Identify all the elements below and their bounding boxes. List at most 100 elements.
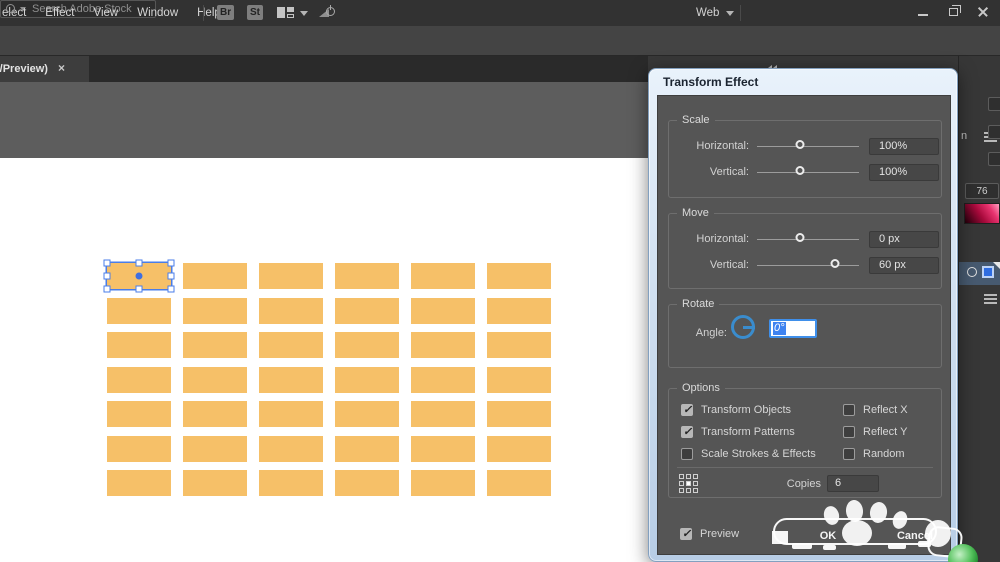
artwork-rectangle[interactable] [411,297,475,324]
value-field[interactable]: 100% [869,163,939,181]
slider-thumb[interactable] [795,232,805,242]
value-field[interactable]: 0 px [869,230,939,248]
artwork-rectangle[interactable] [335,401,399,427]
artwork-rectangle[interactable] [487,297,551,324]
artwork-rectangle[interactable] [259,332,323,358]
reflect-y-checkbox[interactable] [843,426,855,438]
artwork-rectangle[interactable] [183,435,247,462]
tab-close-icon[interactable]: × [58,62,65,74]
artwork-rectangle[interactable] [487,263,551,289]
brushes-panel-button[interactable]: Br [217,5,235,20]
artwork-rectangle[interactable] [335,366,399,393]
artwork-rectangle[interactable] [259,401,323,427]
selection-handle[interactable] [167,272,175,280]
illustrator-window: elect Effect View Window Help Br St Web Sear… [0,0,1000,562]
gradient-swatch[interactable] [964,203,1000,224]
artwork-rectangle[interactable] [487,470,551,496]
restore-button[interactable] [940,2,966,22]
angle-dial[interactable] [731,315,755,339]
selection-handle[interactable] [167,285,175,293]
artwork-rectangle[interactable] [183,401,247,427]
artwork-rectangle[interactable] [107,470,171,496]
document-tab[interactable]: (/Preview) × [0,56,89,82]
artwork-rectangle[interactable] [487,435,551,462]
artwork-rectangle[interactable] [411,470,475,496]
arrange-documents-icon[interactable] [277,7,294,18]
menu-item-effect[interactable]: Effect [45,7,74,19]
selection-handle[interactable] [103,272,111,280]
artwork-rectangle[interactable] [259,470,323,496]
slider-thumb[interactable] [830,258,840,268]
hidden-field-stub [988,152,1000,166]
selection-handle[interactable] [135,259,143,267]
artwork-rectangle[interactable] [107,435,171,462]
selection-handle[interactable] [135,285,143,293]
hidden-value-field[interactable]: 76 [965,183,999,199]
reference-point-locator[interactable] [679,474,698,493]
artwork-rectangle[interactable] [335,332,399,358]
selection-handle[interactable] [103,285,111,293]
scale-strokes-effects-checkbox[interactable] [681,448,693,460]
menubar-divider [740,5,741,21]
slider-thumb[interactable] [795,165,805,175]
artwork-rectangle[interactable] [107,366,171,393]
artwork-rectangle[interactable] [183,297,247,324]
artwork-rectangle[interactable] [411,263,475,289]
appearance-row[interactable] [959,262,1000,285]
transform-patterns-checkbox[interactable] [681,426,693,438]
selected-rectangle[interactable] [103,259,175,293]
slider-track[interactable] [757,165,859,175]
chevron-down-icon[interactable] [300,11,308,16]
artwork-rectangle[interactable] [183,470,247,496]
artwork-rectangle[interactable] [487,401,551,427]
panel-menu-icon[interactable] [984,294,997,296]
artwork-rectangle[interactable] [107,332,171,358]
artwork-rectangle[interactable] [335,470,399,496]
artwork-rectangle[interactable] [411,435,475,462]
document-profile-dropdown[interactable]: Web [696,7,719,19]
preview-checkbox[interactable] [680,528,692,540]
options-group: Options Transform Objects Transform Patte… [668,382,942,498]
watermark-dash [888,543,906,549]
value-field[interactable]: 100% [869,137,939,155]
artwork-rectangle[interactable] [107,401,171,427]
slider-track[interactable] [757,139,859,149]
transform-objects-checkbox[interactable] [681,404,693,416]
artwork-rectangle[interactable] [259,435,323,462]
artwork-rectangle[interactable] [259,263,323,289]
slider-track[interactable] [757,258,859,268]
artwork-rectangle[interactable] [411,366,475,393]
graphic-styles-panel-button[interactable]: St [247,5,263,20]
artwork-rectangle[interactable] [259,297,323,324]
slider-track[interactable] [757,232,859,242]
angle-input[interactable]: 0° [769,319,817,338]
artwork-rectangle[interactable] [335,263,399,289]
selection-handle[interactable] [167,259,175,267]
artwork-rectangle[interactable] [487,366,551,393]
option-row: Random [843,443,908,465]
minimize-button[interactable] [910,2,936,22]
close-button[interactable] [970,2,996,22]
artwork-rectangle[interactable] [259,366,323,393]
sync-settings-icon[interactable] [319,5,335,19]
center-point[interactable] [135,272,143,280]
value-field[interactable]: 60 px [869,256,939,274]
selection-handle[interactable] [103,259,111,267]
artwork-rectangle[interactable] [335,297,399,324]
artwork-rectangle[interactable] [335,435,399,462]
reflect-x-checkbox[interactable] [843,404,855,416]
artwork-rectangle[interactable] [183,366,247,393]
corner-fold-icon [993,262,1000,270]
menu-item-window[interactable]: Window [137,7,178,19]
chevron-down-icon[interactable] [726,11,734,16]
copies-input[interactable]: 6 [827,475,879,492]
menu-item-view[interactable]: View [94,7,119,19]
slider-thumb[interactable] [795,139,805,149]
artwork-rectangle[interactable] [411,401,475,427]
artwork-rectangle[interactable] [183,332,247,358]
artwork-rectangle[interactable] [487,332,551,358]
artwork-rectangle[interactable] [107,297,171,324]
random-checkbox[interactable] [843,448,855,460]
artwork-rectangle[interactable] [411,332,475,358]
artwork-rectangle[interactable] [183,263,247,289]
